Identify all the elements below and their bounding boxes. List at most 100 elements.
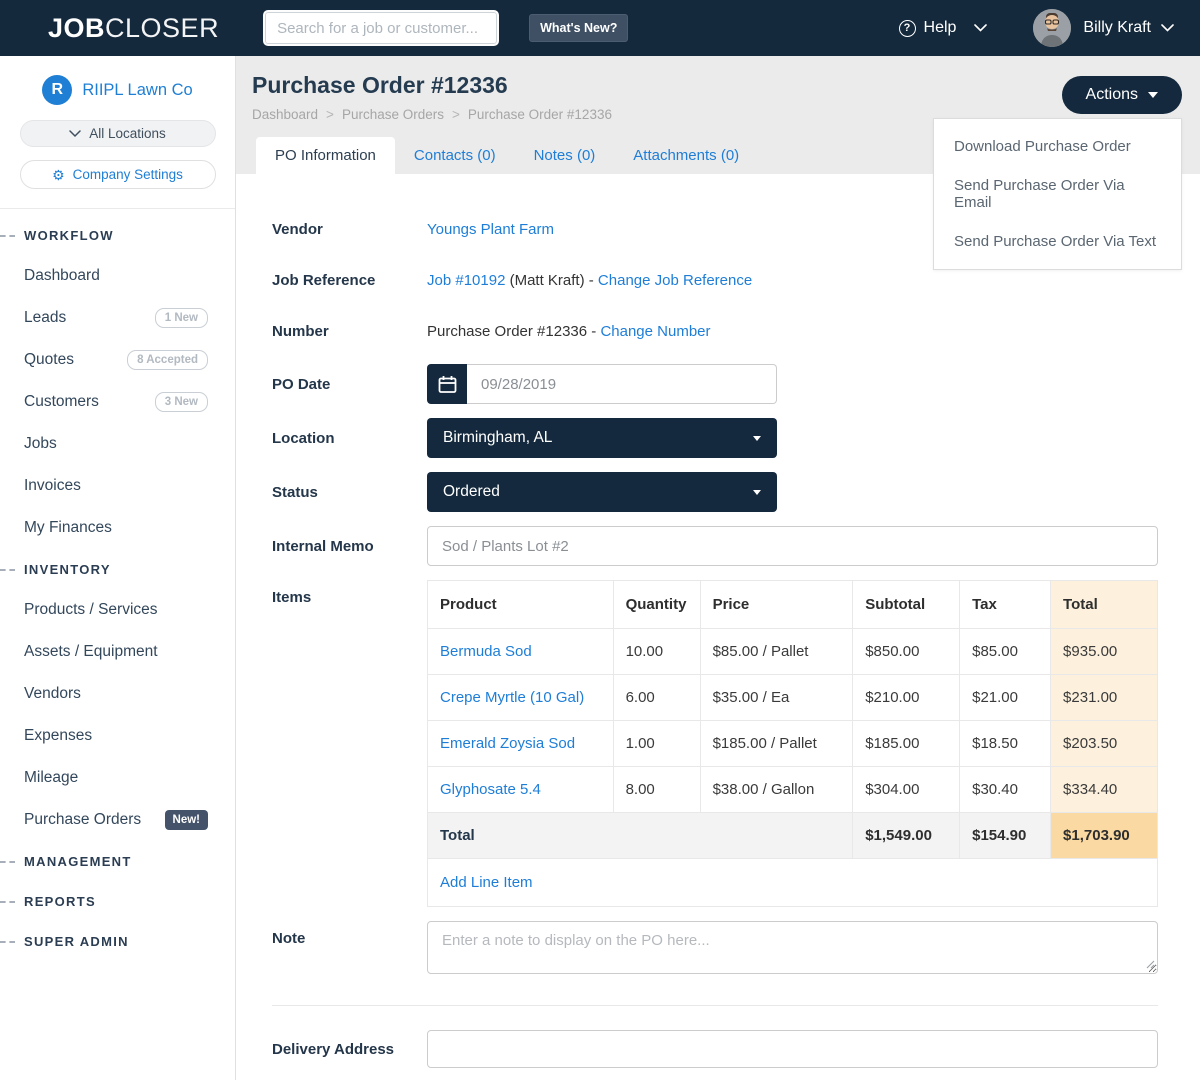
logo-bold: JOB — [48, 13, 105, 43]
sidebar-item-quotes[interactable]: Quotes8 Accepted — [0, 339, 235, 381]
col-header-product: Product — [428, 581, 614, 629]
change-job-reference-link[interactable]: Change Job Reference — [598, 272, 752, 289]
sidebar-item-leads[interactable]: Leads1 New — [0, 297, 235, 339]
section-dash-icon — [0, 941, 15, 943]
company-settings-button[interactable]: ⚙ Company Settings — [20, 160, 216, 189]
tab-contacts[interactable]: Contacts (0) — [395, 137, 515, 174]
grand-total-cell: $1,703.90 — [1051, 813, 1158, 859]
sidebar: R RIIPL Lawn Co All Locations ⚙ Company … — [0, 56, 236, 1080]
sidebar-item-invoices[interactable]: Invoices — [0, 465, 235, 507]
sidebar-section-inventory[interactable]: INVENTORY — [0, 549, 235, 589]
location-selector[interactable]: All Locations — [20, 120, 216, 147]
total-tax-cell: $154.90 — [960, 813, 1051, 859]
location-row: Location Birmingham, AL — [272, 418, 1158, 458]
location-select[interactable]: Birmingham, AL — [427, 418, 777, 458]
note-row: Note — [272, 921, 1158, 978]
sidebar-item-dashboard[interactable]: Dashboard — [0, 255, 235, 297]
section-dash-icon — [0, 861, 15, 863]
chevron-down-icon[interactable] — [1161, 19, 1174, 37]
sidebar-item-customers[interactable]: Customers3 New — [0, 381, 235, 423]
menu-item-send-po-email[interactable]: Send Purchase Order Via Email — [934, 166, 1181, 222]
menu-item-send-po-text[interactable]: Send Purchase Order Via Text — [934, 222, 1181, 261]
sidebar-item-purchase-orders[interactable]: Purchase OrdersNew! — [0, 799, 235, 841]
quantity-cell: 6.00 — [613, 675, 700, 721]
whats-new-button[interactable]: What's New? — [529, 14, 628, 42]
breadcrumb-separator: > — [452, 107, 460, 122]
job-reference-text: (Matt Kraft) - — [505, 272, 598, 289]
status-row: Status Ordered — [272, 472, 1158, 512]
user-name[interactable]: Billy Kraft — [1083, 19, 1151, 37]
company-brand[interactable]: R RIIPL Lawn Co — [0, 75, 235, 105]
location-select-value: Birmingham, AL — [443, 429, 552, 447]
location-selector-label: All Locations — [89, 126, 166, 141]
total-row-label: Total — [428, 813, 853, 859]
sidebar-nav: WORKFLOW Dashboard Leads1 New Quotes8 Ac… — [0, 209, 235, 961]
section-dash-icon — [0, 569, 15, 571]
tax-cell: $21.00 — [960, 675, 1051, 721]
section-dash-icon — [0, 901, 15, 903]
note-textarea[interactable] — [427, 921, 1158, 974]
po-information-panel: Vendor Youngs Plant Farm Job Reference J… — [236, 174, 1200, 1080]
internal-memo-label: Internal Memo — [272, 538, 427, 555]
product-link[interactable]: Emerald Zoysia Sod — [440, 735, 575, 752]
calendar-icon[interactable] — [427, 364, 467, 404]
sidebar-section-reports[interactable]: REPORTS — [0, 881, 235, 921]
product-link[interactable]: Bermuda Sod — [440, 643, 532, 660]
total-cell: $203.50 — [1051, 721, 1158, 767]
add-line-item-link[interactable]: Add Line Item — [440, 874, 533, 891]
internal-memo-input[interactable] — [427, 526, 1158, 566]
page-title: Purchase Order #12336 — [252, 72, 1182, 99]
location-label: Location — [272, 430, 427, 447]
tab-po-information[interactable]: PO Information — [256, 137, 395, 174]
col-header-subtotal: Subtotal — [853, 581, 960, 629]
search-input[interactable] — [263, 10, 499, 46]
vendor-link[interactable]: Youngs Plant Farm — [427, 221, 554, 238]
sidebar-section-workflow[interactable]: WORKFLOW — [0, 215, 235, 255]
breadcrumb-dashboard[interactable]: Dashboard — [252, 107, 318, 122]
delivery-address-line1-input[interactable] — [427, 1030, 1158, 1068]
sidebar-section-management[interactable]: MANAGEMENT — [0, 841, 235, 881]
menu-item-download-po[interactable]: Download Purchase Order — [934, 127, 1181, 166]
app-logo[interactable]: JOBCLOSER — [48, 13, 219, 44]
quantity-cell: 1.00 — [613, 721, 700, 767]
actions-button[interactable]: Actions — [1062, 76, 1182, 114]
quantity-cell: 8.00 — [613, 767, 700, 813]
chevron-down-icon — [69, 126, 81, 141]
items-label: Items — [272, 580, 427, 606]
col-header-tax: Tax — [960, 581, 1051, 629]
leads-badge: 1 New — [155, 308, 208, 328]
subtotal-cell: $185.00 — [853, 721, 960, 767]
change-number-link[interactable]: Change Number — [600, 323, 710, 340]
sidebar-section-super-admin[interactable]: SUPER ADMIN — [0, 921, 235, 961]
product-link[interactable]: Glyphosate 5.4 — [440, 781, 541, 798]
col-header-price: Price — [700, 581, 853, 629]
tab-notes[interactable]: Notes (0) — [515, 137, 615, 174]
total-cell: $935.00 — [1051, 629, 1158, 675]
subtotal-cell: $304.00 — [853, 767, 960, 813]
subtotal-cell: $210.00 — [853, 675, 960, 721]
sidebar-item-jobs[interactable]: Jobs — [0, 423, 235, 465]
navbar-right: ? Help Billy Kraft — [899, 9, 1174, 47]
help-menu[interactable]: ? Help — [899, 19, 988, 37]
sidebar-item-expenses[interactable]: Expenses — [0, 715, 235, 757]
breadcrumb-purchase-orders[interactable]: Purchase Orders — [342, 107, 444, 122]
tax-cell: $30.40 — [960, 767, 1051, 813]
status-select[interactable]: Ordered — [427, 472, 777, 512]
sidebar-item-products-services[interactable]: Products / Services — [0, 589, 235, 631]
table-row: Emerald Zoysia Sod 1.00 $185.00 / Pallet… — [428, 721, 1158, 767]
caret-down-icon — [1148, 92, 1158, 98]
purchase-orders-new-badge: New! — [165, 810, 208, 830]
breadcrumb-current: Purchase Order #12336 — [468, 107, 612, 122]
table-row: Glyphosate 5.4 8.00 $38.00 / Gallon $304… — [428, 767, 1158, 813]
tab-attachments[interactable]: Attachments (0) — [614, 137, 758, 174]
sidebar-item-assets-equipment[interactable]: Assets / Equipment — [0, 631, 235, 673]
top-navbar: JOBCLOSER What's New? ? Help Billy Kraft — [0, 0, 1200, 56]
sidebar-item-my-finances[interactable]: My Finances — [0, 507, 235, 549]
note-label: Note — [272, 921, 427, 947]
po-date-input[interactable] — [467, 364, 777, 404]
sidebar-item-mileage[interactable]: Mileage — [0, 757, 235, 799]
job-link[interactable]: Job #10192 — [427, 272, 505, 289]
avatar[interactable] — [1033, 9, 1071, 47]
product-link[interactable]: Crepe Myrtle (10 Gal) — [440, 689, 584, 706]
sidebar-item-vendors[interactable]: Vendors — [0, 673, 235, 715]
